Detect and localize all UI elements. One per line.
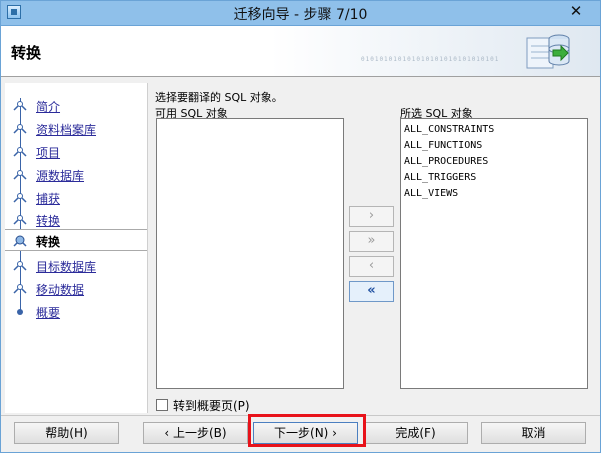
nav-item-label: 转换 xyxy=(36,214,61,228)
nav-item-label: 资料档案库 xyxy=(36,123,97,137)
step-node-icon xyxy=(13,215,27,225)
nav-item-label: 源数据库 xyxy=(36,169,85,183)
wizard-steps-nav: 简介 资料档案库 项目 源数据库 捕获 转换 转换 目标数据库 移动数据 概要 xyxy=(5,83,148,413)
current-step-icon xyxy=(13,235,27,247)
nav-item-label: 项目 xyxy=(36,146,61,160)
nav-item-repository[interactable]: 资料档案库 xyxy=(5,118,147,140)
nav-item-project[interactable]: 项目 xyxy=(5,141,147,163)
final-step-icon xyxy=(17,309,23,315)
nav-item-label: 移动数据 xyxy=(36,283,85,297)
header-banner: 转换 010101010101010101010101010101 xyxy=(1,26,600,77)
nav-item-capture[interactable]: 捕获 xyxy=(5,187,147,209)
move-all-left-button[interactable]: « xyxy=(349,281,394,302)
nav-item-convert[interactable]: 转换 xyxy=(5,209,147,231)
title-bar[interactable]: 迁移向导 - 步骤 7/10 ✕ xyxy=(1,1,600,26)
nav-item-summary[interactable]: 概要 xyxy=(5,301,147,323)
close-button[interactable]: ✕ xyxy=(560,2,592,20)
step-node-icon xyxy=(13,170,27,180)
back-button[interactable]: ‹ 上一步(B) xyxy=(143,422,248,444)
nav-item-label: 概要 xyxy=(36,306,61,320)
step-title: 转换 xyxy=(11,44,42,62)
nav-item-label: 简介 xyxy=(36,100,61,114)
database-migration-icon xyxy=(526,34,570,69)
step-node-icon xyxy=(13,124,27,134)
step-node-icon xyxy=(13,101,27,111)
list-item[interactable]: ALL_PROCEDURES xyxy=(404,154,587,170)
cancel-button[interactable]: 取消 xyxy=(481,422,586,444)
move-left-button[interactable]: ‹ xyxy=(349,256,394,277)
move-all-right-button[interactable]: » xyxy=(349,231,394,252)
nav-item-translate-current[interactable]: 转换 xyxy=(5,229,147,251)
step-node-icon xyxy=(13,193,27,203)
finish-button[interactable]: 完成(F) xyxy=(363,422,468,444)
available-objects-list[interactable] xyxy=(156,118,344,389)
nav-item-label: 转换 xyxy=(36,235,61,249)
nav-item-label: 捕获 xyxy=(36,192,61,206)
move-right-button[interactable]: › xyxy=(349,206,394,227)
list-item[interactable]: ALL_VIEWS xyxy=(404,186,587,202)
list-item[interactable]: ALL_FUNCTIONS xyxy=(404,138,587,154)
step-node-icon xyxy=(13,284,27,294)
selected-objects-list[interactable]: ALL_CONSTRAINTS ALL_FUNCTIONS ALL_PROCED… xyxy=(400,118,588,389)
list-item[interactable]: ALL_TRIGGERS xyxy=(404,170,587,186)
nav-item-target-database[interactable]: 目标数据库 xyxy=(5,255,147,277)
migration-wizard-window: 迁移向导 - 步骤 7/10 ✕ 转换 01010101010101010101… xyxy=(0,0,601,453)
list-item[interactable]: ALL_CONSTRAINTS xyxy=(404,122,587,138)
next-button-highlight xyxy=(248,414,366,447)
help-button[interactable]: 帮助(H) xyxy=(14,422,119,444)
banner-binary-pattern: 010101010101010101010101010101 xyxy=(361,56,500,63)
goto-summary-label[interactable]: 转到概要页(P) xyxy=(173,397,250,414)
instruction-text: 选择要翻译的 SQL 对象。 xyxy=(155,91,283,104)
goto-summary-checkbox[interactable] xyxy=(156,399,168,411)
step-node-icon xyxy=(13,147,27,157)
nav-item-move-data[interactable]: 移动数据 xyxy=(5,278,147,300)
nav-item-source-database[interactable]: 源数据库 xyxy=(5,164,147,186)
nav-item-intro[interactable]: 简介 xyxy=(5,95,147,117)
nav-item-label: 目标数据库 xyxy=(36,260,97,274)
step-node-icon xyxy=(13,261,27,271)
window-title: 迁移向导 - 步骤 7/10 xyxy=(233,7,368,23)
